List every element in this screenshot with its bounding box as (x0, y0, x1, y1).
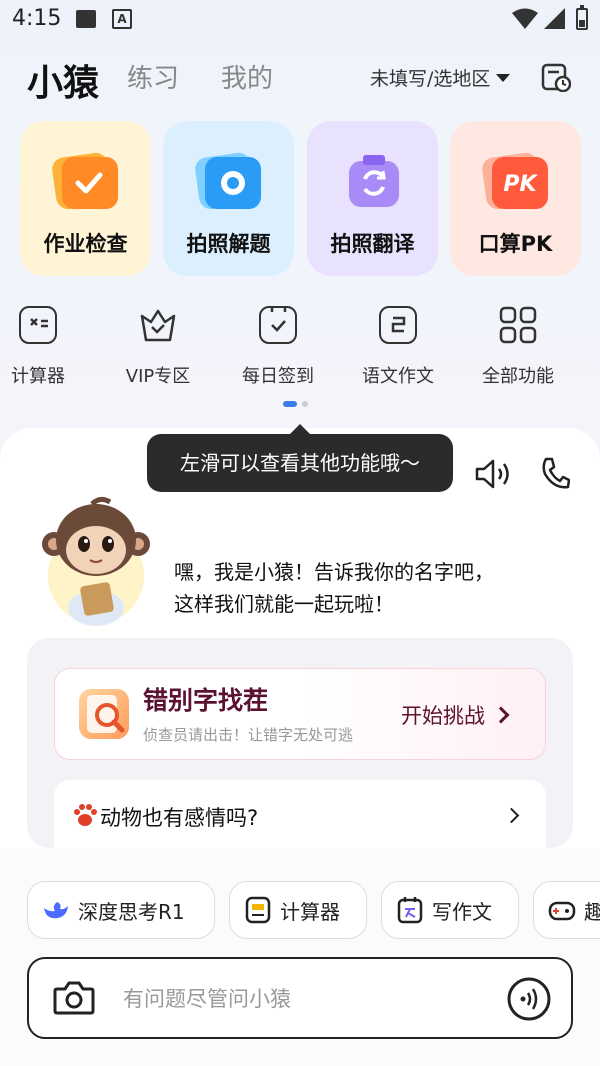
card-label: 口算PK (478, 232, 553, 256)
paw-icon (74, 804, 97, 826)
chevron-right-icon (492, 706, 510, 724)
tool-composition[interactable]: 语文作文 (348, 306, 448, 388)
chevron-right-icon (503, 807, 520, 824)
challenge-subtitle: 侦查员请出击！让错字无处可逃 (143, 726, 354, 744)
page-dot-active (283, 401, 297, 407)
topic-text: 动物也有感情吗? (100, 806, 259, 830)
tool-all-features[interactable]: 全部功能 (468, 306, 568, 388)
pk-icon: PK (482, 152, 548, 210)
deepseek-whale-icon (44, 902, 68, 919)
camera-solve-icon (195, 152, 261, 210)
greeting-line: 这样我们就能一起玩啦！ (174, 592, 394, 616)
photo-translate-icon (349, 155, 399, 207)
chip-calculator[interactable]: 计算器 (229, 881, 367, 939)
card-label: 作业检查 (43, 232, 128, 256)
grid-icon (499, 306, 537, 344)
card-mental-math-pk[interactable]: PK 口算PK (450, 121, 581, 276)
history-icon[interactable] (541, 62, 571, 92)
card-label: 拍照解题 (186, 232, 271, 256)
battery-icon (576, 5, 588, 30)
caret-down-icon (496, 73, 511, 82)
speaker-icon[interactable] (474, 458, 514, 490)
tool-vip[interactable]: VIP专区 (108, 306, 208, 388)
a-icon: A (112, 9, 132, 29)
wifi-icon (512, 8, 538, 29)
calendar-check-icon (259, 305, 297, 344)
image-icon (76, 10, 96, 28)
swipe-tooltip: 左滑可以查看其他功能哦～ (147, 424, 453, 492)
topic-suggestion[interactable]: 动物也有感情吗? (54, 780, 546, 848)
voice-input-icon[interactable] (507, 977, 551, 1021)
chip-write-essay[interactable]: 写作文 (381, 881, 519, 939)
signal-icon (544, 8, 565, 29)
bottom-bar: 深度思考R1 计算器 写作文 趣 有问题尽管问小猿 (0, 848, 600, 1066)
svg-text:PK: PK (503, 172, 538, 197)
tool-label: VIP专区 (125, 366, 191, 387)
tool-label: 全部功能 (482, 366, 554, 387)
write-icon (397, 897, 423, 924)
page-dot (302, 401, 308, 407)
camera-icon[interactable] (53, 979, 95, 1017)
typo-challenge-card[interactable]: 错别字找茬 侦查员请出击！让错字无处可逃 开始挑战 (54, 668, 546, 760)
tab-xiaoyuan[interactable]: 小猿 (27, 54, 99, 106)
card-photo-translate[interactable]: 拍照翻译 (307, 121, 438, 276)
composition-icon (379, 306, 417, 344)
calculator-icon (245, 896, 271, 924)
tab-practice[interactable]: 练习 (127, 58, 179, 95)
tool-label: 计算器 (11, 366, 65, 387)
chip-label: 写作文 (432, 899, 492, 924)
card-homework-check[interactable]: 作业检查 (20, 121, 151, 276)
chip-label: 深度思考R1 (78, 899, 185, 924)
tool-label: 语文作文 (362, 366, 434, 387)
phone-icon[interactable] (540, 456, 570, 490)
magnifier-card-icon (79, 689, 129, 739)
tab-mine[interactable]: 我的 (221, 58, 273, 95)
game-icon (548, 901, 576, 921)
tool-label: 每日签到 (242, 366, 314, 387)
chip-label: 趣 (584, 899, 600, 924)
vip-icon (139, 306, 177, 344)
card-label: 拍照翻译 (330, 232, 415, 256)
assistant-greeting: 嘿，我是小猿！告诉我你的名字吧， 这样我们就能一起玩啦！ (174, 556, 494, 620)
tool-calculator[interactable]: 计算器 (0, 306, 88, 388)
region-selector[interactable]: 未填写/选地区 (370, 64, 511, 91)
status-bar: 4:15 A (0, 0, 600, 40)
start-challenge-label: 开始挑战 (401, 704, 485, 728)
suggestions-panel: 错别字找茬 侦查员请出击！让错字无处可逃 开始挑战 动物也有感情吗? (27, 638, 573, 848)
quick-chips: 深度思考R1 计算器 写作文 趣 (27, 881, 600, 941)
tools-row: 计算器 VIP专区 每日签到 语文作文 全部功能 (0, 305, 600, 396)
card-camera-solve[interactable]: 拍照解题 (163, 121, 294, 276)
region-label: 未填写/选地区 (370, 68, 491, 90)
ask-input-bar[interactable]: 有问题尽管问小猿 (27, 957, 573, 1039)
calculator-icon (19, 306, 57, 344)
chip-fun[interactable]: 趣 (533, 881, 600, 939)
start-challenge-button[interactable]: 开始挑战 (401, 700, 510, 730)
status-time: 4:15 (12, 6, 62, 31)
monkey-avatar (42, 496, 150, 626)
challenge-title: 错别字找茬 (143, 686, 269, 715)
chip-deep-think[interactable]: 深度思考R1 (27, 881, 215, 939)
top-nav: 小猿 练习 我的 未填写/选地区 (0, 48, 600, 108)
tool-daily-checkin[interactable]: 每日签到 (228, 305, 328, 388)
ask-placeholder: 有问题尽管问小猿 (123, 987, 291, 1011)
greeting-line: 嘿，我是小猿！告诉我你的名字吧， (174, 560, 494, 584)
homework-check-icon (52, 152, 118, 210)
chip-label: 计算器 (280, 899, 340, 924)
